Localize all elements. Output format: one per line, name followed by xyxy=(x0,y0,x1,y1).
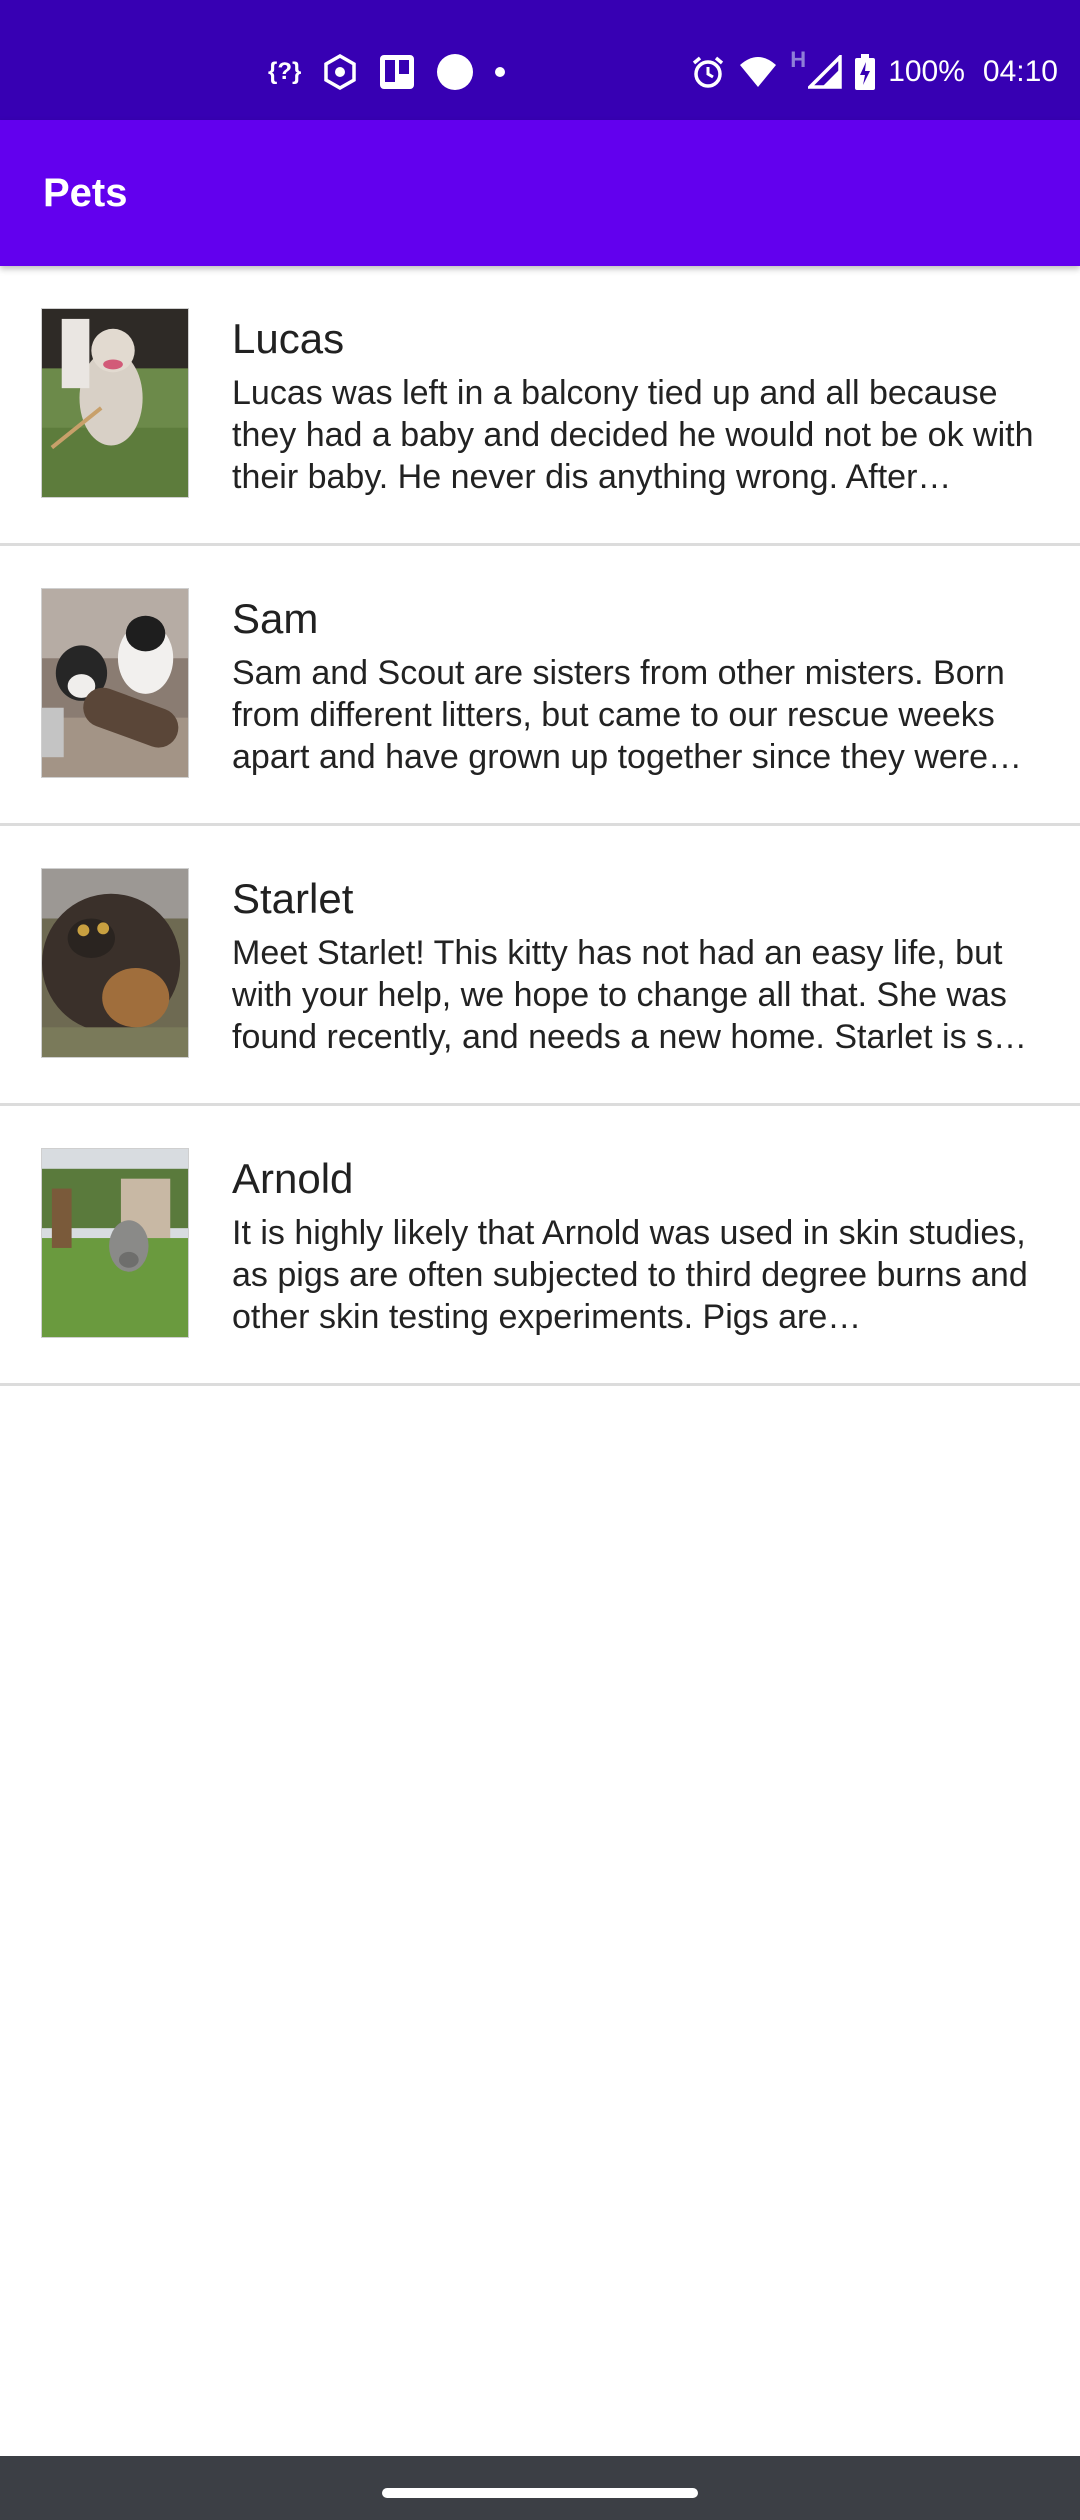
pet-description: It is highly likely that Arnold was used… xyxy=(232,1214,1028,1336)
pet-photo-lucas xyxy=(41,308,189,498)
page-title: Pets xyxy=(43,171,128,215)
pet-list-item-starlet[interactable]: Starlet Meet Starlet! This kitty has not… xyxy=(0,826,1080,1106)
pet-list-item-arnold[interactable]: Arnold It is highly likely that Arnold w… xyxy=(0,1106,1080,1386)
notification-icons: {?} xyxy=(268,50,506,94)
home-gesture-handle[interactable] xyxy=(382,2488,698,2498)
more-notifications-dot-icon xyxy=(495,67,506,77)
pet-list-item-lucas[interactable]: Lucas Lucas was left in a balcony tied u… xyxy=(0,266,1080,546)
battery-charging-icon xyxy=(855,54,876,90)
pet-photo-arnold xyxy=(41,1148,189,1338)
hexagon-app-icon xyxy=(324,54,357,90)
trello-icon xyxy=(380,55,415,89)
circle-notification-icon xyxy=(437,54,474,90)
code-bracket-icon: {?} xyxy=(268,58,302,85)
pet-name: Lucas xyxy=(232,315,345,362)
network-type-indicator: H xyxy=(790,47,807,72)
pet-list: Lucas Lucas was left in a balcony tied u… xyxy=(0,266,1080,1386)
pet-description: Sam and Scout are sisters from other mis… xyxy=(232,654,1023,776)
pet-name: Starlet xyxy=(232,875,354,922)
wifi-icon xyxy=(740,57,777,87)
navigation-bar xyxy=(0,2456,1080,2520)
clock-time: 04:10 xyxy=(982,55,1058,88)
pet-photo-starlet xyxy=(41,868,189,1058)
screen: {?} H 100% 04:10 Pets Lucas Lucas was le… xyxy=(0,0,1080,2520)
pet-photo-sam xyxy=(41,588,189,778)
pet-name: Arnold xyxy=(232,1155,354,1202)
pet-name: Sam xyxy=(232,595,319,642)
cell-signal-icon xyxy=(808,55,842,89)
status-bar: {?} H 100% 04:10 xyxy=(0,0,1080,120)
pet-description: Lucas was left in a balcony tied up and … xyxy=(232,374,1034,496)
alarm-clock-icon xyxy=(693,56,724,88)
battery-percentage: 100% xyxy=(888,55,965,88)
app-bar: Pets xyxy=(0,120,1080,266)
pet-description: Meet Starlet! This kitty has not had an … xyxy=(232,934,1028,1056)
pet-list-item-sam[interactable]: Sam Sam and Scout are sisters from other… xyxy=(0,546,1080,826)
system-indicators: H 100% 04:10 xyxy=(690,47,1058,94)
